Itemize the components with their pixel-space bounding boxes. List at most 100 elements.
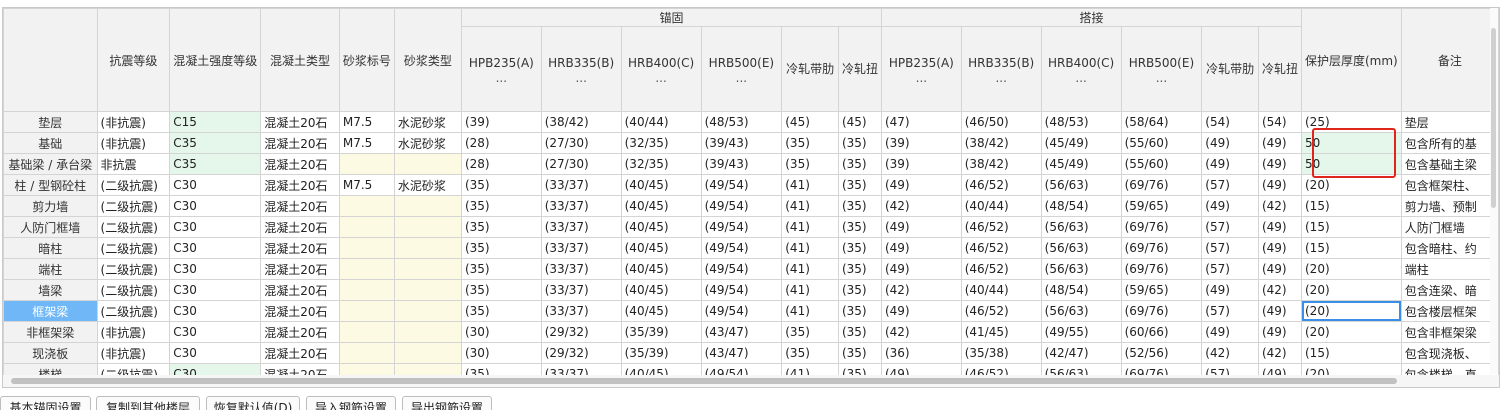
lap-cell[interactable]: (49): [1257, 300, 1303, 322]
anchorage-cell[interactable]: (35/39): [620, 321, 702, 343]
mortar-grade-cell[interactable]: [338, 153, 395, 175]
mortar-grade-cell[interactable]: [338, 321, 395, 343]
anchorage-cell[interactable]: (49/54): [700, 174, 783, 196]
lap-cell[interactable]: (49): [880, 300, 962, 322]
seismic-level-cell[interactable]: (二级抗震): [96, 258, 171, 280]
lap-steel-header[interactable]: HRB500(E)...: [1120, 26, 1203, 112]
anchor-steel-header[interactable]: HRB335(B)...: [540, 26, 622, 112]
mortar-type-header[interactable]: 砂浆类型: [393, 8, 462, 112]
lap-cell[interactable]: (49): [1257, 321, 1303, 343]
lap-cell[interactable]: (49): [880, 174, 962, 196]
protection-thickness-cell[interactable]: (15): [1301, 195, 1402, 217]
lap-cell[interactable]: (57): [1201, 258, 1259, 280]
lap-cell[interactable]: (57): [1201, 237, 1259, 259]
mortar-type-cell[interactable]: [393, 342, 462, 364]
lap-cell[interactable]: (49): [1257, 132, 1303, 154]
seismic-level-cell[interactable]: (二级抗震): [96, 300, 171, 322]
seismic-level-cell[interactable]: (二级抗震): [96, 174, 171, 196]
concrete-grade-cell[interactable]: C35: [169, 153, 262, 175]
lap-steel-header[interactable]: 冷轧带肋: [1201, 26, 1259, 112]
lap-cell[interactable]: (69/76): [1120, 174, 1203, 196]
anchorage-cell[interactable]: (49/54): [700, 195, 783, 217]
concrete-grade-cell[interactable]: C30: [169, 216, 262, 238]
horizontal-scrollbar[interactable]: [2, 375, 1500, 388]
anchorage-cell[interactable]: (35): [460, 258, 542, 280]
concrete-grade-cell[interactable]: C30: [169, 321, 262, 343]
concrete-grade-cell[interactable]: C15: [169, 111, 262, 133]
lap-cell[interactable]: (46/50): [960, 111, 1042, 133]
lap-cell[interactable]: (59/65): [1120, 195, 1203, 217]
anchorage-cell[interactable]: (30): [460, 342, 542, 364]
mortar-grade-cell[interactable]: [338, 258, 395, 280]
anchorage-cell[interactable]: (35): [460, 195, 542, 217]
row-header[interactable]: 基础: [3, 132, 98, 154]
lap-cell[interactable]: (60/66): [1120, 321, 1203, 343]
protection-thickness-cell[interactable]: 50: [1301, 153, 1402, 175]
concrete-type-cell[interactable]: 混凝土20石: [260, 174, 340, 196]
lap-cell[interactable]: (41/45): [960, 321, 1042, 343]
lap-cell[interactable]: (45/49): [1040, 153, 1122, 175]
anchorage-cell[interactable]: (35): [460, 279, 542, 301]
lap-cell[interactable]: (56/63): [1040, 216, 1122, 238]
seismic-level-cell[interactable]: (非抗震): [96, 132, 171, 154]
concrete-grade-cell[interactable]: C30: [169, 174, 262, 196]
lap-cell[interactable]: (49): [1257, 216, 1303, 238]
remark-cell[interactable]: 包含框架柱、: [1400, 174, 1499, 196]
concrete-grade-cell[interactable]: C30: [169, 300, 262, 322]
protection-thickness-header[interactable]: 保护层厚度(mm): [1301, 8, 1402, 112]
anchorage-cell[interactable]: (49/54): [700, 258, 783, 280]
anchorage-cell[interactable]: (27/30): [540, 153, 622, 175]
anchorage-cell[interactable]: (35): [837, 132, 882, 154]
lap-cell[interactable]: (49): [880, 258, 962, 280]
lap-cell[interactable]: (39): [880, 132, 962, 154]
remark-header[interactable]: 备注: [1400, 8, 1499, 112]
anchorage-cell[interactable]: (39/43): [700, 153, 783, 175]
concrete-grade-cell[interactable]: C30: [169, 195, 262, 217]
anchor-steel-header[interactable]: 冷轧带肋: [781, 26, 839, 112]
anchorage-cell[interactable]: (33/37): [540, 195, 622, 217]
anchorage-cell[interactable]: (35): [460, 216, 542, 238]
lap-cell[interactable]: (57): [1201, 216, 1259, 238]
protection-thickness-cell[interactable]: (15): [1301, 237, 1402, 259]
mortar-type-cell[interactable]: [393, 300, 462, 322]
lap-cell[interactable]: (40/44): [960, 195, 1042, 217]
mortar-grade-cell[interactable]: M7.5: [338, 111, 395, 133]
lap-cell[interactable]: (58/64): [1120, 111, 1203, 133]
anchorage-cell[interactable]: (41): [781, 237, 839, 259]
anchorage-cell[interactable]: (35): [837, 342, 882, 364]
anchorage-cell[interactable]: (35): [837, 258, 882, 280]
protection-thickness-cell[interactable]: 50: [1301, 132, 1402, 154]
anchor-steel-header[interactable]: 冷轧扭: [837, 26, 882, 112]
anchorage-cell[interactable]: (35): [837, 237, 882, 259]
lap-cell[interactable]: (42): [1201, 342, 1259, 364]
lap-cell[interactable]: (55/60): [1120, 132, 1203, 154]
lap-cell[interactable]: (42): [880, 279, 962, 301]
row-header[interactable]: 框架梁: [3, 300, 98, 322]
lap-cell[interactable]: (49): [880, 216, 962, 238]
lap-cell[interactable]: (54): [1257, 111, 1303, 133]
concrete-type-cell[interactable]: 混凝土20石: [260, 300, 340, 322]
row-header[interactable]: 非框架梁: [3, 321, 98, 343]
anchorage-cell[interactable]: (35): [781, 342, 839, 364]
row-header[interactable]: 垫层: [3, 111, 98, 133]
protection-thickness-cell[interactable]: (15): [1301, 342, 1402, 364]
lap-cell[interactable]: (38/42): [960, 132, 1042, 154]
lap-cell[interactable]: (49): [1257, 153, 1303, 175]
lap-cell[interactable]: (56/63): [1040, 237, 1122, 259]
anchorage-cell[interactable]: (49/54): [700, 216, 783, 238]
concrete-type-cell[interactable]: 混凝土20石: [260, 195, 340, 217]
mortar-grade-cell[interactable]: M7.5: [338, 174, 395, 196]
lap-steel-header[interactable]: HRB400(C)...: [1040, 26, 1122, 112]
lap-cell[interactable]: (48/53): [1040, 111, 1122, 133]
horizontal-scroll-thumb[interactable]: [11, 378, 1397, 384]
anchorage-cell[interactable]: (29/32): [540, 321, 622, 343]
mortar-grade-cell[interactable]: [338, 342, 395, 364]
lap-cell[interactable]: (45/49): [1040, 132, 1122, 154]
lap-steel-header[interactable]: HRB335(B)...: [960, 26, 1042, 112]
seismic-level-cell[interactable]: (二级抗震): [96, 216, 171, 238]
anchorage-cell[interactable]: (49/54): [700, 279, 783, 301]
anchorage-cell[interactable]: (33/37): [540, 279, 622, 301]
anchorage-cell[interactable]: (45): [837, 111, 882, 133]
anchorage-cell[interactable]: (49/54): [700, 300, 783, 322]
concrete-grade-cell[interactable]: C30: [169, 258, 262, 280]
